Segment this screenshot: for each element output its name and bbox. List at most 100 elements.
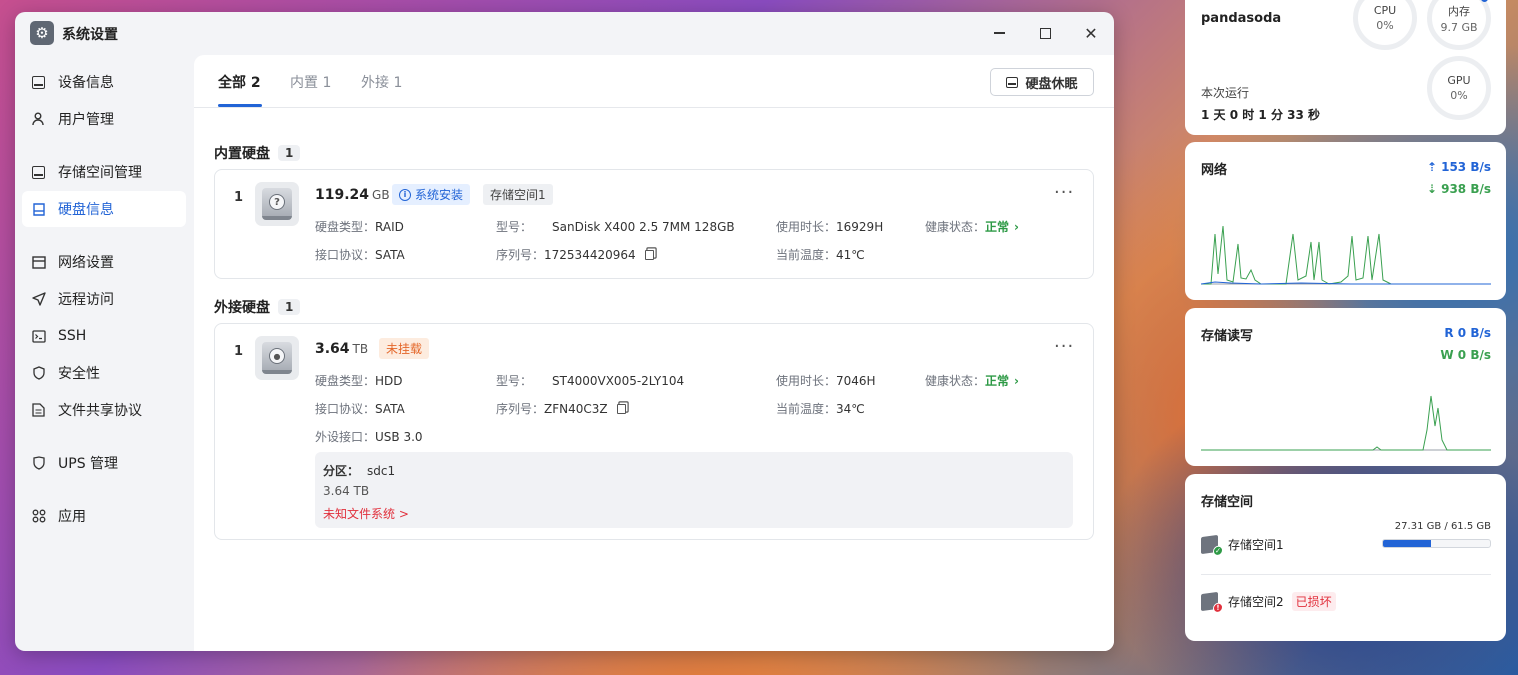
sidebar-item-label: 设备信息 xyxy=(58,75,114,91)
interface-field: 接口协议：SATA xyxy=(315,248,405,262)
disk-icon xyxy=(32,202,58,216)
partition-size: 3.64 TB xyxy=(323,484,370,498)
apps-icon xyxy=(32,509,58,523)
error-icon: ! xyxy=(1213,601,1223,614)
memory-value: 9.7 GB xyxy=(1440,20,1478,34)
window-title: 系统设置 xyxy=(62,27,118,43)
temperature-value: 41℃ xyxy=(836,248,865,262)
health-status-link[interactable]: 健康状态：正常 › xyxy=(925,372,1019,389)
sidebar-item-label: 应用 xyxy=(58,509,86,525)
ups-icon xyxy=(32,456,58,470)
minimize-icon xyxy=(993,32,1005,34)
sidebar-item-ups[interactable]: UPS 管理 xyxy=(22,445,186,481)
disk-sleep-button[interactable]: 硬盘休眠 xyxy=(990,68,1094,96)
unknown-filesystem-link[interactable]: 未知文件系统 > xyxy=(323,505,409,522)
temperature-field: 当前温度：34℃ xyxy=(776,402,865,416)
serial-field: 序列号：172534420964 xyxy=(496,246,654,263)
close-button[interactable]: ✕ xyxy=(1077,20,1105,46)
upload-value: 153 B/s xyxy=(1441,160,1491,174)
sidebar-item-label: SSH xyxy=(58,328,87,344)
storage-pool-row[interactable]: ! 存储空间2 已损坏 xyxy=(1201,586,1491,616)
disk-index: 1 xyxy=(234,190,244,205)
section-title: 内置硬盘 xyxy=(214,146,270,162)
memory-gauge: 内存 9.7 GB xyxy=(1427,0,1491,50)
check-icon: ✓ xyxy=(1213,544,1223,557)
external-port-field: 外设接口：USB 3.0 xyxy=(315,430,423,444)
tab-all[interactable]: 全部 2 xyxy=(218,72,261,92)
more-options-button[interactable]: ··· xyxy=(1054,182,1074,203)
disk-capacity: 119.24 GB xyxy=(315,187,390,203)
upload-rate: ⇡ 153 B/s xyxy=(1427,160,1491,174)
storage-usage-fill xyxy=(1383,540,1431,547)
internal-disk-card[interactable]: 1 ? 119.24 GB i 系统安装 存储空间1 ··· 硬盘类型：RAID … xyxy=(214,169,1094,279)
disk-type-field: 硬盘类型：HDD xyxy=(315,374,403,388)
sidebar-item-user-management[interactable]: 用户管理 xyxy=(22,101,186,137)
model-field: 型号： ST4000VX005-2LY104 xyxy=(496,374,685,388)
copy-icon[interactable] xyxy=(616,404,626,414)
storage-pool-tag: 存储空间1 xyxy=(483,184,553,205)
sidebar-item-apps[interactable]: 应用 xyxy=(22,498,186,534)
disk-sleep-label: 硬盘休眠 xyxy=(1025,76,1078,92)
disk-size-unit: TB xyxy=(352,342,369,356)
sidebar-item-security[interactable]: 安全性 xyxy=(22,355,186,391)
interface-field: 接口协议：SATA xyxy=(315,402,405,416)
storage-pool-name: 存储空间1 xyxy=(1228,537,1284,552)
download-arrow-icon: ⇣ xyxy=(1426,182,1442,196)
copy-icon[interactable] xyxy=(644,250,654,260)
maximize-icon xyxy=(1039,27,1051,39)
sidebar-item-network-settings[interactable]: 网络设置 xyxy=(22,244,186,280)
gear-icon: ⚙ xyxy=(30,21,54,45)
title-bar[interactable]: ⚙ 系统设置 ✕ xyxy=(15,12,1114,54)
storage-pool-name: 存储空间2 xyxy=(1228,594,1284,609)
tab-external[interactable]: 外接 1 xyxy=(361,72,402,92)
sidebar-item-label: 安全性 xyxy=(58,366,100,382)
interface-value: SATA xyxy=(375,248,405,262)
storage-pool-icon: ! xyxy=(1201,591,1223,614)
divider xyxy=(1201,574,1491,575)
sidebar-item-label: 远程访问 xyxy=(58,292,114,308)
internal-disks-heading: 内置硬盘 1 xyxy=(214,143,301,163)
disk-filter-tabs: 全部 2 内置 1 外接 1 硬盘休眠 xyxy=(194,55,1114,108)
download-value: 938 B/s xyxy=(1441,182,1491,196)
disk-io-chart xyxy=(1201,395,1491,451)
sidebar-item-device-info[interactable]: 设备信息 xyxy=(22,64,186,100)
read-rate: R 0 B/s xyxy=(1444,326,1491,340)
sidebar-item-disk-info[interactable]: 硬盘信息 xyxy=(22,191,186,227)
sidebar-item-file-sharing[interactable]: 文件共享协议 xyxy=(22,392,186,428)
network-traffic-chart xyxy=(1201,225,1491,285)
minimize-button[interactable] xyxy=(985,20,1013,46)
sidebar-item-label: 硬盘信息 xyxy=(58,202,114,218)
health-value: 正常 xyxy=(985,374,1010,388)
external-port-value: USB 3.0 xyxy=(375,430,423,444)
health-status-link[interactable]: 健康状态：正常 › xyxy=(925,218,1019,235)
disk-size-value: 3.64 xyxy=(315,341,350,357)
storage-title: 存储空间 xyxy=(1201,495,1254,510)
upload-arrow-icon: ⇡ xyxy=(1426,160,1442,174)
file-share-icon xyxy=(32,403,58,417)
storage-broken-badge: 已损坏 xyxy=(1291,591,1336,611)
unmounted-tag: 未挂载 xyxy=(379,338,430,359)
usage-time-value: 16929H xyxy=(836,220,884,234)
hard-disk-icon: ? xyxy=(255,182,299,226)
sidebar-item-storage-management[interactable]: 存储空间管理 xyxy=(22,154,186,190)
network-widget: 网络 ⇡ 153 B/s ⇣ 938 B/s xyxy=(1185,142,1506,300)
usage-time-value: 7046H xyxy=(836,374,876,388)
count-badge: 1 xyxy=(278,145,301,161)
uptime-label: 本次运行 xyxy=(1201,86,1250,100)
disk-info-panel: 全部 2 内置 1 外接 1 硬盘休眠 内置硬盘 1 1 ? 119.24 GB … xyxy=(194,55,1114,651)
remote-icon xyxy=(32,292,58,306)
temperature-value: 34℃ xyxy=(836,402,865,416)
sidebar-item-label: 用户管理 xyxy=(58,112,114,128)
network-title: 网络 xyxy=(1201,163,1228,178)
sidebar-item-ssh[interactable]: SSH xyxy=(22,318,186,354)
maximize-button[interactable] xyxy=(1031,20,1059,46)
more-options-button[interactable]: ··· xyxy=(1054,336,1074,357)
model-field: 型号： SanDisk X400 2.5 7MM 128GB xyxy=(496,220,735,234)
username: pandasoda xyxy=(1201,11,1282,26)
external-disk-card[interactable]: 1 ● 3.64 TB 未挂载 ··· 硬盘类型：HDD 型号： ST4000VX0… xyxy=(214,323,1094,540)
tab-internal[interactable]: 内置 1 xyxy=(290,72,331,92)
disk-size-unit: GB xyxy=(372,188,390,202)
sidebar-item-remote-access[interactable]: 远程访问 xyxy=(22,281,186,317)
storage-pool-row[interactable]: ✓ 存储空间1 27.31 GB / 61.5 GB xyxy=(1201,521,1491,559)
shield-icon xyxy=(32,366,58,380)
